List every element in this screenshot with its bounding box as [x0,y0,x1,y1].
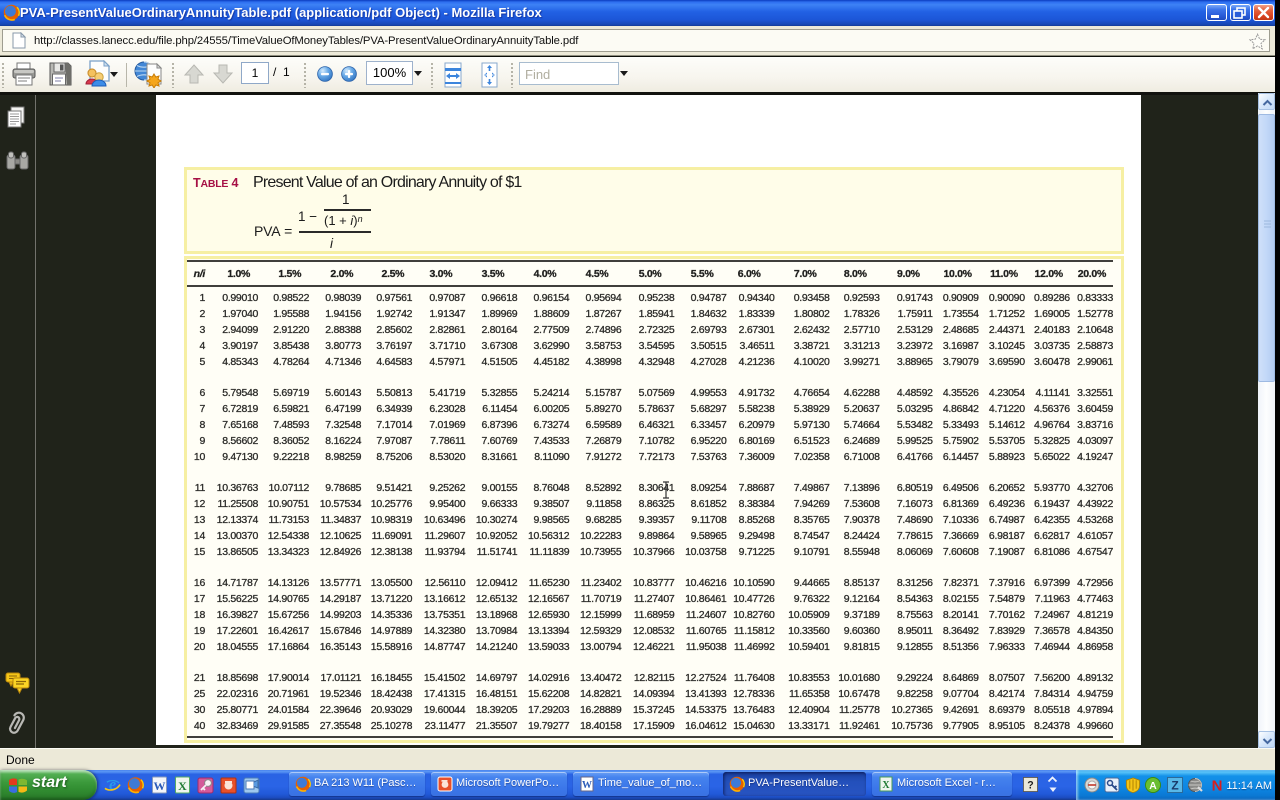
svg-text:W: W [582,780,592,791]
svg-text:W: W [154,779,166,793]
svg-text:X: X [882,780,890,791]
svg-text:N: N [1212,778,1223,794]
svg-text:?: ? [1027,779,1033,791]
svg-text:e: e [109,777,116,794]
svg-text:Z: Z [1171,779,1178,793]
svg-text:A: A [1149,781,1157,792]
svg-text:X: X [178,779,187,793]
